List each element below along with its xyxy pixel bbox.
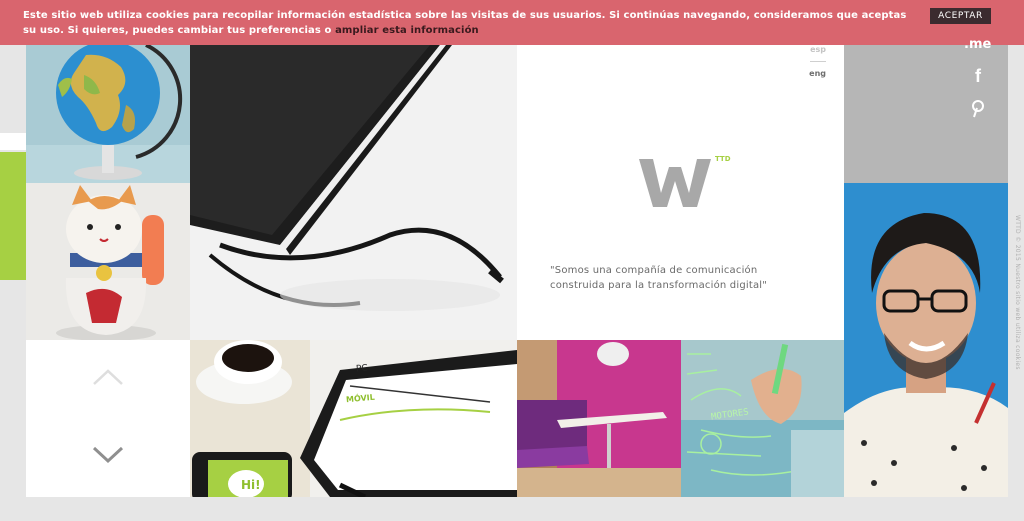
devices-photo-tile[interactable]: PC MÓVIL Hi! (190, 340, 517, 497)
globe-photo-tile[interactable] (26, 45, 190, 183)
about-me-icon[interactable]: .me (964, 37, 991, 52)
pinterest-icon[interactable] (966, 100, 990, 122)
chevron-up-icon[interactable] (92, 368, 124, 386)
facebook-icon[interactable]: f (966, 66, 990, 87)
carousel-nav-tile (26, 340, 190, 497)
office-room-photo-tile[interactable] (517, 340, 681, 497)
sketch-illustration (681, 340, 844, 497)
vertical-copyright-text: WTTD © 2015 Nuestro sitio web utiliza co… (1014, 215, 1021, 370)
team-portrait-tile[interactable] (844, 183, 1008, 497)
cookie-message: Este sitio web utiliza cookies para reco… (23, 8, 913, 38)
left-accent-strip (0, 152, 26, 280)
wttd-logo[interactable] (639, 155, 711, 211)
globe-illustration (26, 45, 190, 183)
devices-illustration (190, 340, 517, 497)
cookie-more-info-link[interactable]: ampliar esta información (335, 25, 479, 36)
accept-cookies-button[interactable]: ACEPTAR (930, 8, 991, 24)
brand-tile: esp eng TTD "Somos una compañía de comun… (517, 45, 844, 340)
tagline: "Somos una compañía de comunicación cons… (550, 263, 810, 293)
language-esp-link[interactable]: esp (810, 45, 826, 54)
chevron-down-icon[interactable] (92, 446, 124, 464)
lucky-cat-illustration (26, 183, 190, 340)
tagline-line-2: construida para la transformación digita… (550, 280, 768, 291)
pinterest-glyph (972, 100, 984, 118)
office-room-illustration (517, 340, 681, 497)
pc-label: PC (355, 363, 369, 375)
notebook-photo-tile[interactable] (190, 45, 517, 340)
language-eng-link[interactable]: eng (809, 69, 826, 78)
cookie-banner: Este sitio web utiliza cookies para reco… (0, 0, 1024, 45)
left-edge-strip (0, 133, 26, 150)
vertical-copyright: WTTD © 2015 Nuestro sitio web utiliza co… (1009, 215, 1023, 495)
logo-superscript: TTD (715, 155, 731, 163)
portrait-illustration (844, 183, 1008, 497)
lucky-cat-photo-tile[interactable] (26, 183, 190, 340)
notebook-illustration (190, 45, 517, 340)
sketch-photo-tile[interactable]: MOTORES (681, 340, 844, 497)
tagline-line-1: "Somos una compañía de comunicación (550, 265, 758, 276)
language-divider (810, 61, 826, 62)
hi-label: Hi! (241, 478, 261, 492)
